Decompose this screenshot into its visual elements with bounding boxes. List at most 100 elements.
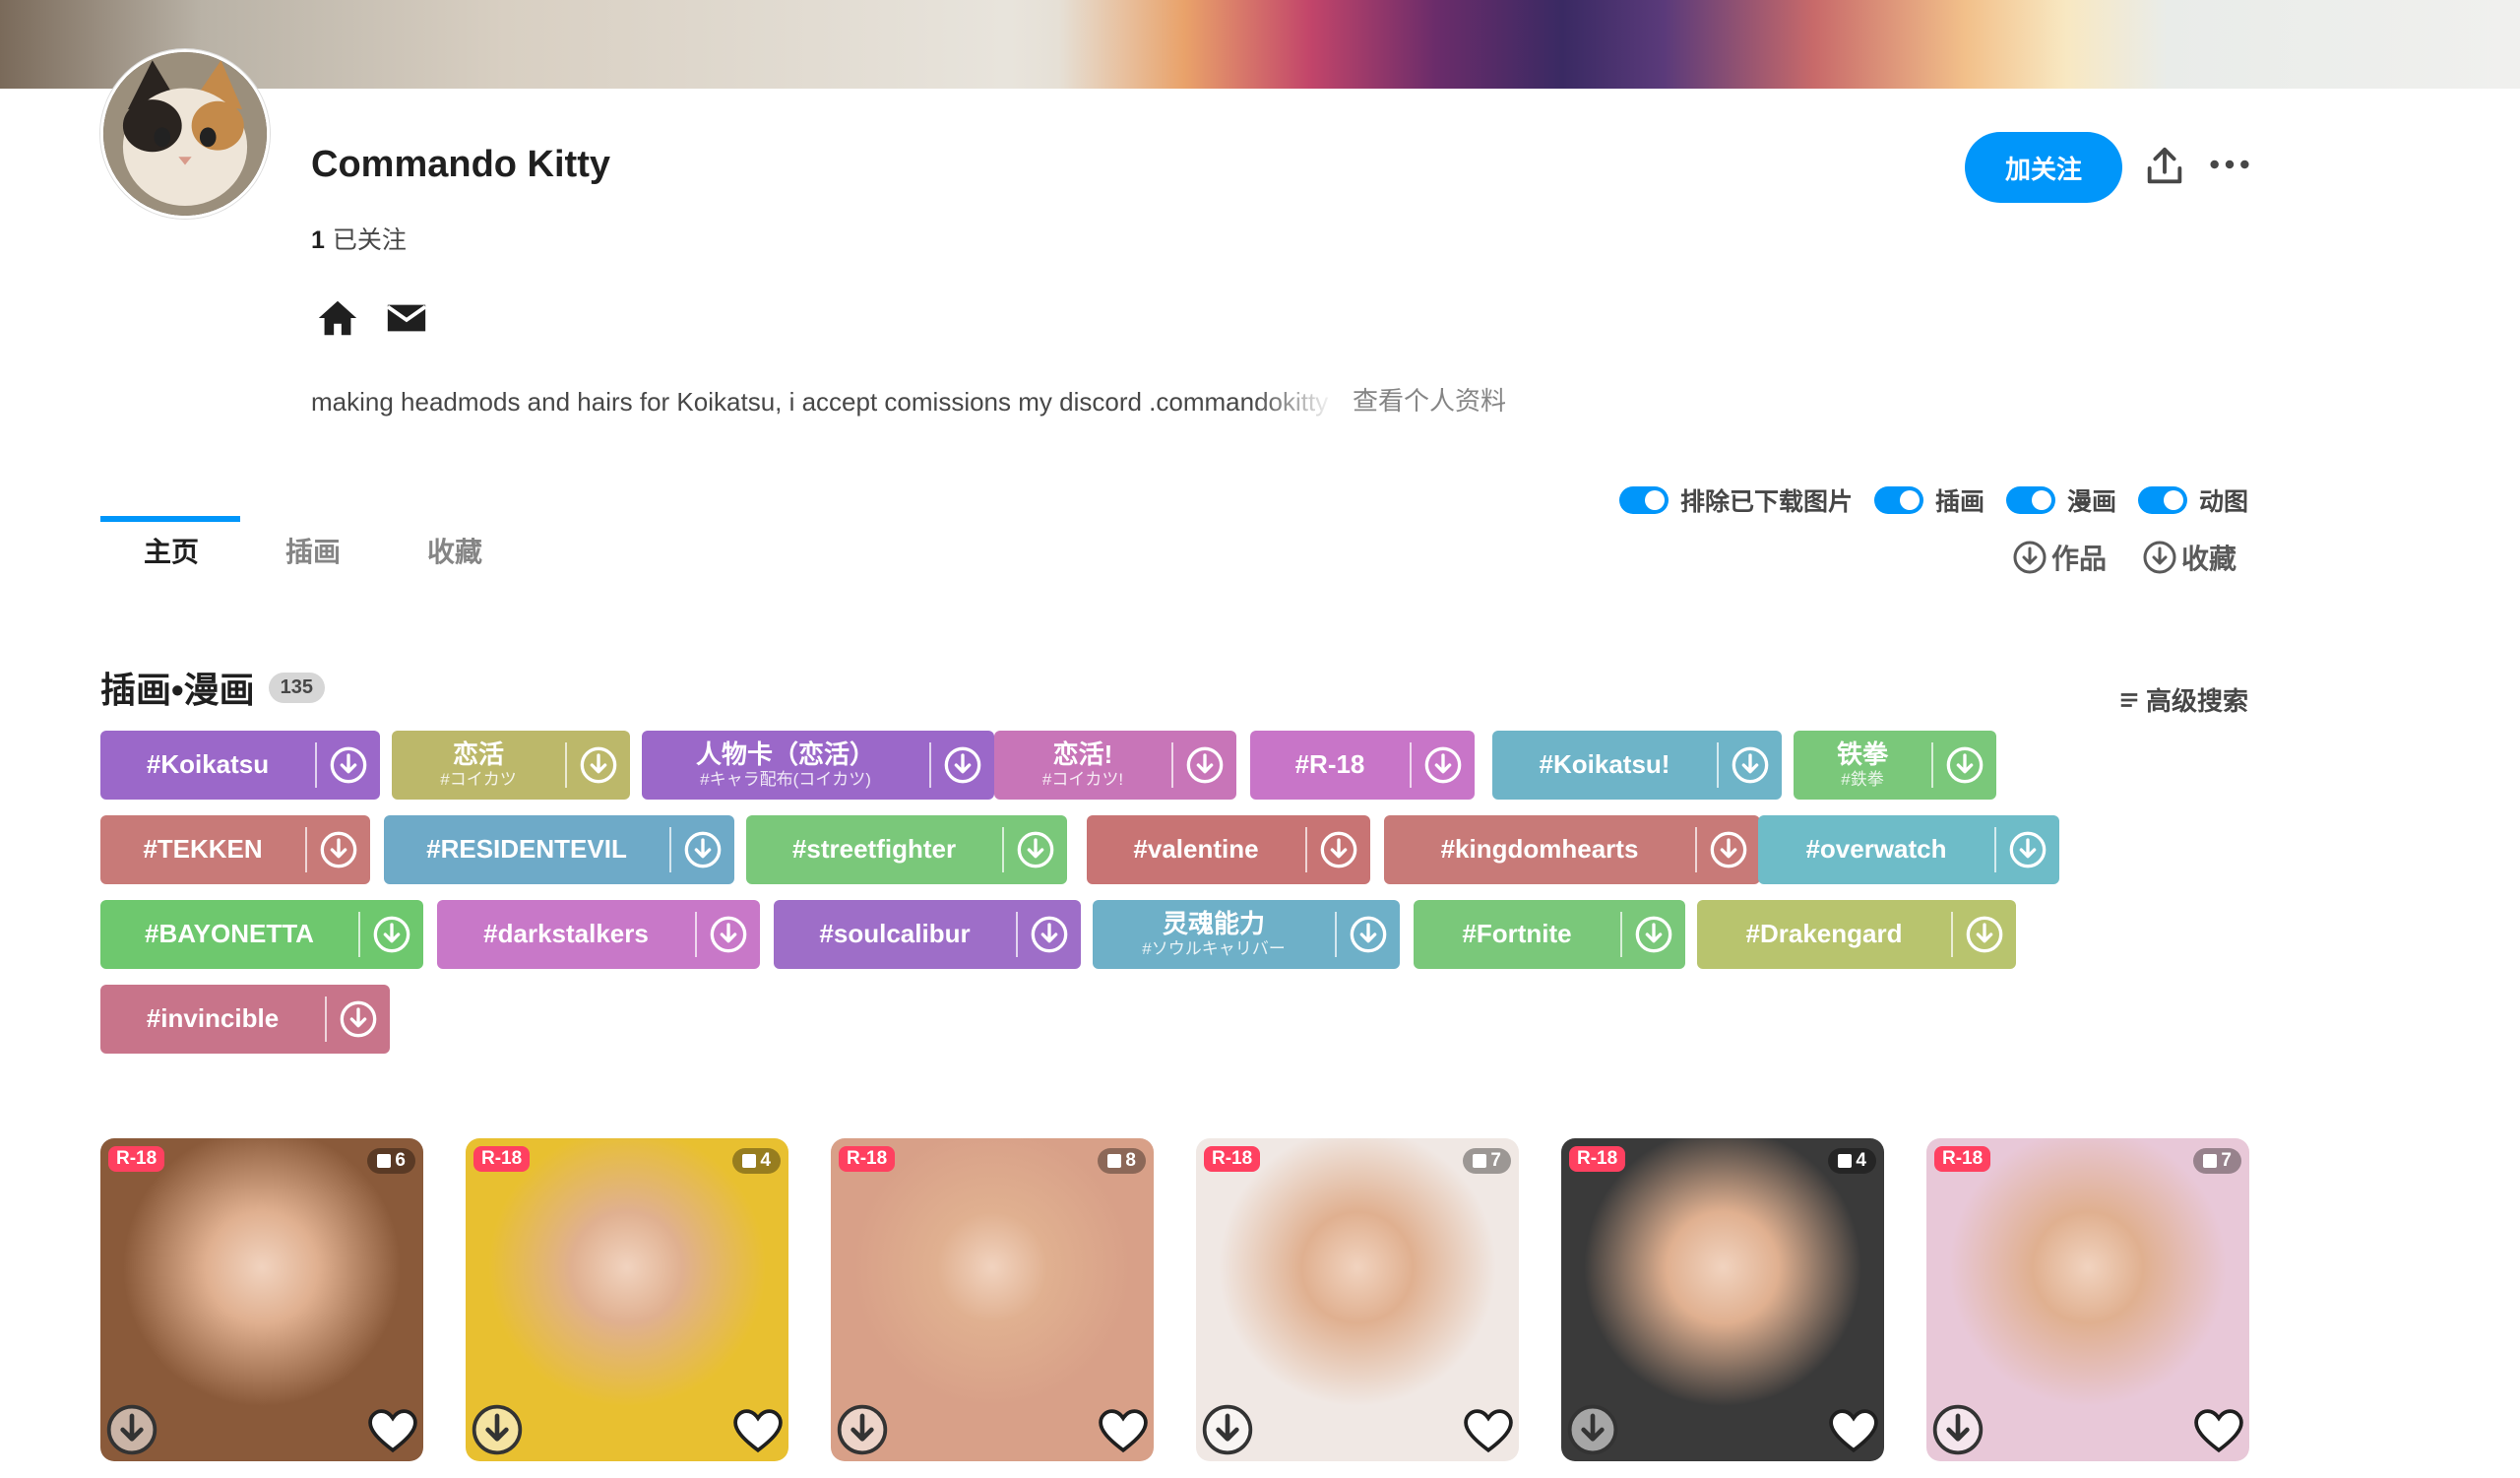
artwork-thumbnail[interactable]: R-18 8 <box>831 1138 1154 1461</box>
tag-pill[interactable]: #TEKKEN <box>100 815 370 884</box>
advanced-search-link[interactable]: 高级搜索 <box>2118 681 2248 718</box>
artwork-thumbnail[interactable]: R-18 6 <box>100 1138 423 1461</box>
view-profile-link[interactable]: 查看个人资料 <box>1353 386 1506 416</box>
tag-pill[interactable]: #Drakengard <box>1697 900 2016 969</box>
tag-download-button[interactable] <box>931 731 994 800</box>
tag-download-button[interactable] <box>1719 731 1782 800</box>
download-circle-icon[interactable] <box>470 1402 525 1457</box>
tag-download-button[interactable] <box>697 900 760 969</box>
filter-manga[interactable]: 漫画 <box>2005 482 2116 518</box>
toggle-switch[interactable] <box>2005 486 2055 514</box>
tag-download-button[interactable] <box>317 731 380 800</box>
artwork-thumbnail[interactable]: R-18 4 <box>466 1138 788 1461</box>
tag-pill[interactable]: #R-18 <box>1250 731 1475 800</box>
tag-pill[interactable]: 人物卡（恋活） #キャラ配布(コイカツ) <box>642 731 994 800</box>
tag-body[interactable]: #BAYONETTA <box>100 919 358 949</box>
tag-body[interactable]: 恋活 #コイカツ <box>392 739 565 790</box>
tag-pill[interactable]: #valentine <box>1087 815 1370 884</box>
tag-body[interactable]: #kingdomhearts <box>1384 834 1695 865</box>
tag-pill[interactable]: #invincible <box>100 985 390 1054</box>
tag-pill[interactable]: #Koikatsu <box>100 731 380 800</box>
toggle-switch[interactable] <box>1873 486 1923 514</box>
tag-body[interactable]: 恋活! #コイカツ! <box>994 739 1171 790</box>
artwork-thumbnail[interactable]: R-18 7 <box>1196 1138 1519 1461</box>
filter-ugoira[interactable]: 动图 <box>2137 482 2248 518</box>
heart-icon[interactable] <box>733 1408 783 1455</box>
tag-download-button[interactable] <box>1018 900 1081 969</box>
tag-body[interactable]: #darkstalkers <box>437 919 695 949</box>
tag-pill[interactable]: #soulcalibur <box>774 900 1081 969</box>
home-icon[interactable] <box>315 295 360 341</box>
heart-icon[interactable] <box>2194 1408 2243 1455</box>
following-count[interactable]: 1 已关注 <box>311 221 407 256</box>
tag-body[interactable]: 铁拳 #鉄拳 <box>1794 739 1931 790</box>
download-circle-icon[interactable] <box>1565 1402 1620 1457</box>
tag-pill[interactable]: 恋活 #コイカツ <box>392 731 630 800</box>
tag-download-button[interactable] <box>1412 731 1475 800</box>
tag-body[interactable]: #Koikatsu <box>100 749 315 780</box>
tag-download-button[interactable] <box>360 900 423 969</box>
tag-body[interactable]: #R-18 <box>1250 749 1410 780</box>
tab-illustrations[interactable]: 插画 <box>242 516 384 585</box>
download-circle-icon[interactable] <box>835 1402 890 1457</box>
tag-download-button[interactable] <box>1307 815 1370 884</box>
filter-exclude-downloaded[interactable]: 排除已下载图片 <box>1618 482 1853 518</box>
tag-download-button[interactable] <box>1996 815 2059 884</box>
tag-body[interactable]: #Drakengard <box>1697 919 1951 949</box>
heart-icon[interactable] <box>1099 1408 1148 1455</box>
tag-body[interactable]: #Fortnite <box>1414 919 1620 949</box>
tag-body[interactable]: #Koikatsu! <box>1492 749 1717 780</box>
download-circle-icon[interactable] <box>104 1402 159 1457</box>
tag-download-button[interactable] <box>1933 731 1996 800</box>
tag-body[interactable]: #overwatch <box>1758 834 1994 865</box>
tag-download-button[interactable] <box>1622 900 1685 969</box>
tag-pill[interactable]: #BAYONETTA <box>100 900 423 969</box>
download-works-link[interactable]: 作品 <box>2012 538 2107 577</box>
tag-download-button[interactable] <box>307 815 370 884</box>
follow-button[interactable]: 加关注 <box>1965 132 2122 203</box>
tag-pill[interactable]: 恋活! #コイカツ! <box>994 731 1236 800</box>
heart-icon[interactable] <box>368 1408 417 1455</box>
tag-download-button[interactable] <box>1337 900 1400 969</box>
tag-body[interactable]: 灵魂能力 #ソウルキャリバー <box>1093 909 1335 959</box>
mail-icon[interactable] <box>384 295 429 341</box>
download-circle-icon[interactable] <box>1930 1402 1985 1457</box>
tag-download-button[interactable] <box>327 985 390 1054</box>
tag-body[interactable]: #RESIDENTEVIL <box>384 834 669 865</box>
tag-pill[interactable]: #RESIDENTEVIL <box>384 815 734 884</box>
tag-pill[interactable]: 灵魂能力 #ソウルキャリバー <box>1093 900 1400 969</box>
tag-download-button[interactable] <box>567 731 630 800</box>
tag-body[interactable]: 人物卡（恋活） #キャラ配布(コイカツ) <box>642 739 929 790</box>
toggle-switch[interactable] <box>1618 486 1669 514</box>
tag-pill[interactable]: #darkstalkers <box>437 900 760 969</box>
tag-pill[interactable]: #streetfighter <box>746 815 1067 884</box>
artwork-thumbnail[interactable]: R-18 7 <box>1926 1138 2249 1461</box>
download-bookmarks-link[interactable]: 收藏 <box>2142 538 2236 577</box>
tag-pill[interactable]: #overwatch <box>1758 815 2059 884</box>
tag-body[interactable]: #TEKKEN <box>100 834 305 865</box>
filter-illustration[interactable]: 插画 <box>1873 482 1984 518</box>
tag-body[interactable]: #streetfighter <box>746 834 1002 865</box>
tag-body[interactable]: #soulcalibur <box>774 919 1016 949</box>
heart-icon[interactable] <box>1829 1408 1878 1455</box>
tag-pill[interactable]: 铁拳 #鉄拳 <box>1794 731 1996 800</box>
toggle-switch[interactable] <box>2137 486 2187 514</box>
avatar[interactable] <box>100 49 270 219</box>
heart-icon[interactable] <box>1464 1408 1513 1455</box>
tab-home[interactable]: 主页 <box>100 516 242 585</box>
tag-download-button[interactable] <box>1953 900 2016 969</box>
share-icon[interactable] <box>2142 144 2187 189</box>
download-circle-icon[interactable] <box>1200 1402 1255 1457</box>
tag-download-button[interactable] <box>671 815 734 884</box>
tag-body[interactable]: #valentine <box>1087 834 1305 865</box>
tag-download-button[interactable] <box>1004 815 1067 884</box>
tab-bookmarks[interactable]: 收藏 <box>384 516 526 585</box>
tag-body[interactable]: #invincible <box>100 1003 325 1034</box>
tag-pill[interactable]: #Fortnite <box>1414 900 1685 969</box>
artwork-thumbnail[interactable]: R-18 4 <box>1561 1138 1884 1461</box>
tag-pill[interactable]: #kingdomhearts <box>1384 815 1760 884</box>
tag-download-button[interactable] <box>1697 815 1760 884</box>
tag-pill[interactable]: #Koikatsu! <box>1492 731 1782 800</box>
tag-download-button[interactable] <box>1173 731 1236 800</box>
more-options-icon[interactable] <box>2207 148 2252 181</box>
